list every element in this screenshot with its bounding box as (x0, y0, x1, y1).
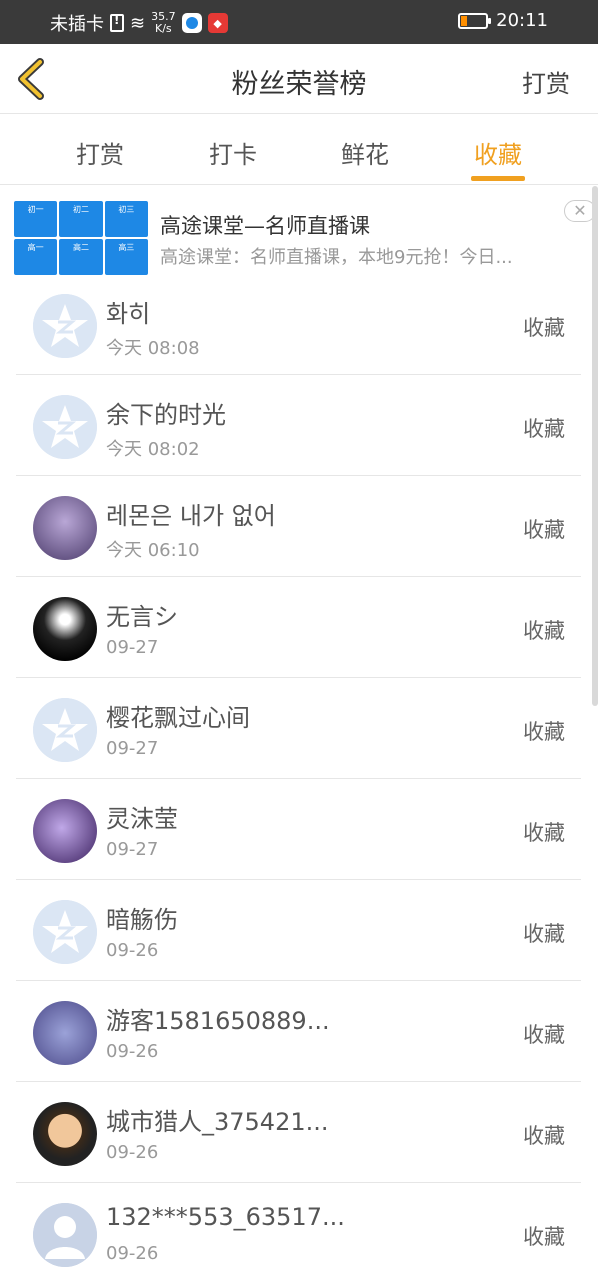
avatar[interactable] (33, 799, 97, 863)
user-name: 暗觞伤 (106, 906, 178, 934)
default-avatar-icon (33, 698, 97, 762)
list-item[interactable]: 无言シ 09-27 收藏 (16, 577, 581, 678)
list-item[interactable]: 레몬은 내가 없어 今天 06:10 收藏 (16, 476, 581, 577)
tip-button[interactable]: 打赏 (522, 64, 570, 99)
user-name: 余下的时光 (106, 401, 226, 429)
favorite-label: 收藏 (523, 316, 565, 340)
network-speed: 35.7 K/s (151, 11, 176, 35)
timestamp: 今天 08:02 (106, 439, 200, 460)
favorite-label: 收藏 (523, 922, 565, 946)
avatar[interactable] (33, 1102, 97, 1166)
favorite-label: 收藏 (523, 821, 565, 845)
user-name: 화히 (106, 300, 151, 328)
speed-unit: K/s (155, 22, 172, 35)
timestamp: 09-26 (106, 1243, 159, 1264)
default-avatar-icon (33, 294, 97, 358)
avatar[interactable] (33, 395, 97, 459)
status-left: 未插卡 ≋ 35.7 K/s ◆ (50, 10, 228, 36)
avatar[interactable] (33, 294, 97, 358)
ad-description: 高途课堂：名师直播课，本地9元抢！今日... (160, 247, 513, 268)
person-icon (33, 1203, 97, 1267)
user-name: 游客1581650889... (106, 1007, 330, 1035)
timestamp: 09-27 (106, 738, 159, 759)
ad-thumb-cell: 初二 (59, 201, 103, 237)
ad-thumb-cell: 初一 (14, 201, 58, 237)
timestamp: 09-26 (106, 1142, 159, 1163)
favorite-label: 收藏 (523, 417, 565, 441)
timestamp: 09-27 (106, 637, 159, 658)
ad-title: 高途课堂—名师直播课 (160, 214, 370, 238)
list-item[interactable]: 樱花飘过心间 09-27 收藏 (16, 678, 581, 779)
default-avatar-icon (33, 900, 97, 964)
timestamp: 今天 08:08 (106, 338, 200, 359)
clock: 20:11 (496, 10, 548, 31)
battery-icon (458, 12, 492, 29)
user-name: 城市猎人_375421... (106, 1108, 329, 1136)
list-item[interactable]: 游客1581650889... 09-26 收藏 (16, 981, 581, 1082)
favorite-label: 收藏 (523, 720, 565, 744)
timestamp: 今天 06:10 (106, 540, 200, 561)
timestamp: 09-26 (106, 940, 159, 961)
ad-banner[interactable]: 初一 初二 初三 高一 高二 高三 高途课堂—名师直播课 高途课堂：名师直播课，… (0, 186, 598, 286)
avatar[interactable] (33, 496, 97, 560)
favorite-label: 收藏 (523, 1023, 565, 1047)
avatar[interactable] (33, 698, 97, 762)
list-item[interactable]: 城市猎人_375421... 09-26 收藏 (16, 1082, 581, 1183)
avatar[interactable] (33, 1001, 97, 1065)
list-item[interactable]: 화히 今天 08:08 收藏 (16, 274, 581, 375)
favorite-label: 收藏 (523, 619, 565, 643)
carrier-label: 未插卡 (50, 14, 104, 35)
status-right: 20:11 (458, 10, 548, 31)
user-name: 灵沫莹 (106, 805, 178, 833)
tab-bar: 打赏 打卡 鲜花 收藏 (0, 115, 598, 185)
fan-list: 화히 今天 08:08 收藏 余下的时光 今天 08:02 收藏 레몬은 내가 … (16, 274, 581, 1280)
ad-thumb-cell: 高三 (104, 239, 148, 275)
favorite-label: 收藏 (523, 518, 565, 542)
tab-favorites[interactable]: 收藏 (438, 135, 558, 170)
timestamp: 09-27 (106, 839, 159, 860)
list-item[interactable]: 132***553_63517... 09-26 收藏 (16, 1183, 581, 1280)
avatar[interactable] (33, 900, 97, 964)
list-item[interactable]: 余下的时光 今天 08:02 收藏 (16, 375, 581, 476)
ad-thumb-cell: 高一 (14, 239, 58, 275)
ad-thumbnail: 初一 初二 初三 高一 高二 高三 (14, 201, 148, 275)
favorite-label: 收藏 (523, 1225, 565, 1249)
page-title: 粉丝荣誉榜 (231, 69, 367, 100)
app-notification-icon (181, 13, 202, 33)
tab-tip[interactable]: 打赏 (40, 135, 160, 170)
tab-checkin[interactable]: 打卡 (173, 135, 293, 170)
status-bar: 未插卡 ≋ 35.7 K/s ◆ 20:11 (0, 0, 598, 44)
list-item[interactable]: 暗觞伤 09-26 收藏 (16, 880, 581, 981)
default-avatar-icon (33, 395, 97, 459)
battery-level (461, 15, 468, 26)
avatar[interactable] (33, 1203, 97, 1267)
wifi-icon: ≋ (130, 12, 146, 34)
user-name: 132***553_63517... (106, 1203, 345, 1231)
scrollbar[interactable] (592, 186, 598, 706)
tab-flowers[interactable]: 鲜花 (305, 135, 425, 170)
avatar[interactable] (33, 597, 97, 661)
favorite-label: 收藏 (523, 1124, 565, 1148)
timestamp: 09-26 (106, 1041, 159, 1062)
app-badge-icon: ◆ (207, 13, 228, 33)
ad-thumb-cell: 初三 (104, 201, 148, 237)
user-name: 樱花飘过心间 (106, 704, 250, 732)
user-name: 无言シ (106, 603, 178, 631)
app-header: 粉丝荣誉榜 打赏 (0, 44, 598, 114)
user-name: 레몬은 내가 없어 (106, 502, 276, 530)
ad-thumb-cell: 高二 (59, 239, 103, 275)
active-tab-indicator (471, 176, 525, 181)
sim-warning-icon (110, 13, 124, 32)
list-item[interactable]: 灵沫莹 09-27 收藏 (16, 779, 581, 880)
